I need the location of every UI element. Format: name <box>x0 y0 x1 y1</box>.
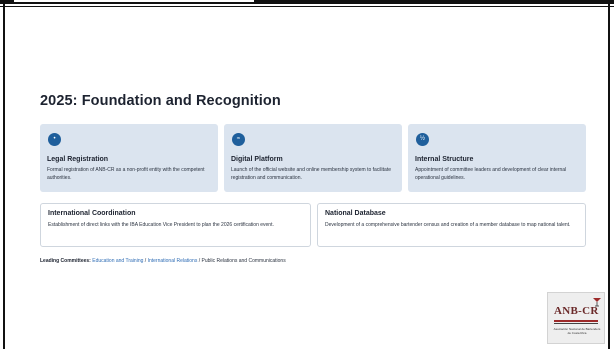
card-description: Formal registration of ANB-CR as a non-p… <box>47 167 205 181</box>
card-title: International Coordination <box>48 210 136 217</box>
committee-link-education[interactable]: Education and Training <box>92 258 143 264</box>
top-border-thin <box>0 6 614 7</box>
card-national-database: National Database Development of a compr… <box>317 203 586 247</box>
card-title: Internal Structure <box>415 156 474 163</box>
card-description: Launch of the official website and onlin… <box>231 167 391 181</box>
card-title: Legal Registration <box>47 156 109 163</box>
leading-committees: Leading Committees: Education and Traini… <box>40 258 286 264</box>
card-internal-structure: ½ Internal Structure Appointment of comm… <box>408 124 586 192</box>
logo-bar <box>554 320 598 322</box>
globe-icon: ≈ <box>232 133 245 146</box>
document-icon: • <box>48 133 61 146</box>
logo-text: ANB-CR <box>554 305 599 317</box>
card-description: Establishment of direct links with the I… <box>48 222 274 228</box>
right-border <box>608 0 610 349</box>
card-international-coordination: International Coordination Establishment… <box>40 203 311 247</box>
logo-bar-thin <box>554 323 598 324</box>
logo-subtitle: Asociación Nacional de Bartenders de Cos… <box>553 327 601 335</box>
committee-rest: / Public Relations and Communications <box>197 258 286 264</box>
card-description: Appointment of committee leaders and dev… <box>415 167 567 181</box>
card-legal-registration: • Legal Registration Formal registration… <box>40 124 218 192</box>
people-icon: ½ <box>416 133 429 146</box>
anb-cr-logo: ANB-CR Asociación Nacional de Bartenders… <box>547 292 605 344</box>
left-border <box>3 0 5 349</box>
card-description: Development of a comprehensive bartender… <box>325 222 571 228</box>
top-tab <box>14 0 254 3</box>
committees-label: Leading Committees: <box>40 258 91 264</box>
card-title: National Database <box>325 210 386 217</box>
section-title: 2025: Foundation and Recognition <box>40 93 281 109</box>
card-digital-platform: ≈ Digital Platform Launch of the officia… <box>224 124 402 192</box>
card-title: Digital Platform <box>231 156 283 163</box>
committee-link-international[interactable]: International Relations <box>148 258 198 264</box>
